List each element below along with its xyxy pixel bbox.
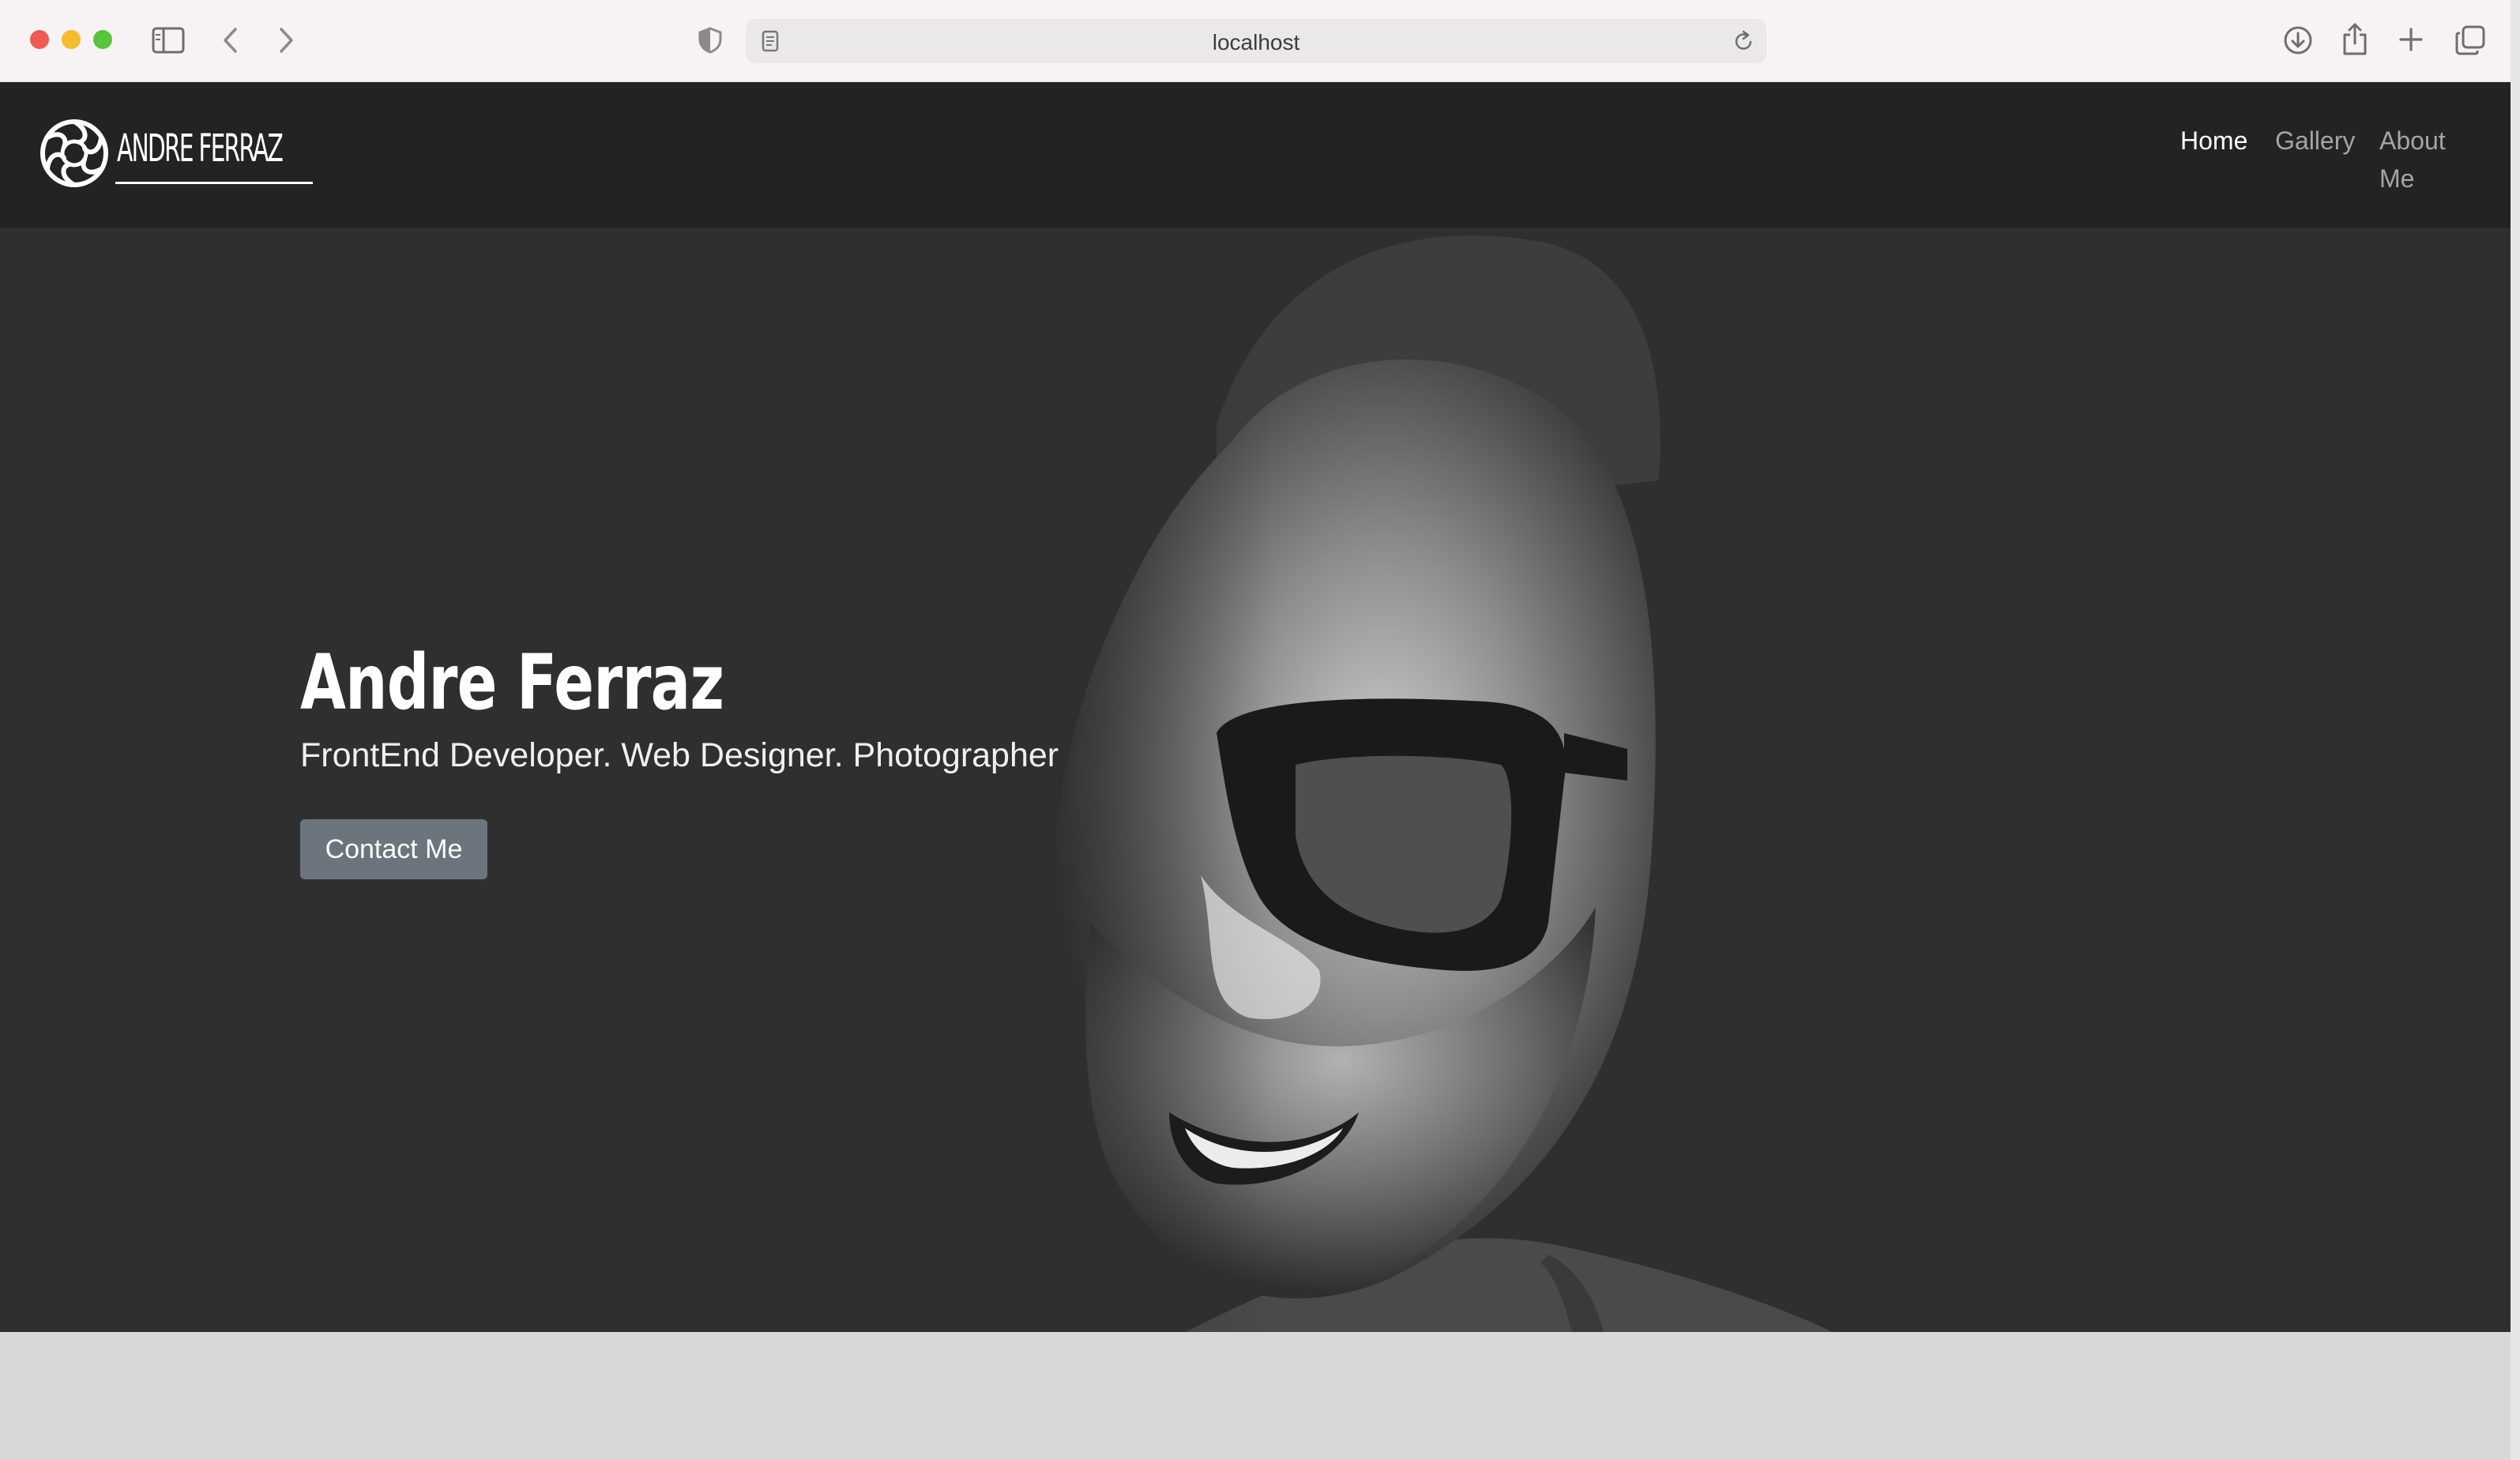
nav-home-link[interactable]: Home <box>2180 122 2247 160</box>
hero-section: Andre Ferraz FrontEnd Developer. Web Des… <box>0 228 2511 1332</box>
reload-icon[interactable] <box>1733 30 1754 52</box>
site-navbar: ANDRE FERRAZ Home Gallery About Me <box>0 82 2511 228</box>
nav-gallery-link[interactable]: Gallery <box>2275 122 2355 160</box>
share-icon[interactable] <box>2341 22 2368 55</box>
logo-wordmark: ANDRE FERRAZ <box>117 126 284 171</box>
tabs-overview-icon[interactable] <box>2455 25 2485 55</box>
aperture-logo-icon <box>39 119 109 188</box>
shield-icon[interactable] <box>698 27 722 54</box>
page-viewport: ANDRE FERRAZ Home Gallery About Me Andre… <box>0 82 2511 1460</box>
browser-toolbar: localhost <box>0 0 2511 82</box>
minimize-window-button[interactable] <box>62 30 81 49</box>
hero-portrait-image <box>829 228 1833 1332</box>
address-bar[interactable]: localhost <box>746 19 1766 63</box>
hero-subtitle: FrontEnd Developer. Web Designer. Photog… <box>300 736 1059 774</box>
back-icon[interactable] <box>221 27 240 54</box>
contact-me-button[interactable]: Contact Me <box>300 819 487 879</box>
sidebar-icon[interactable] <box>152 27 185 54</box>
url-text: localhost <box>1212 30 1300 55</box>
close-window-button[interactable] <box>30 30 49 49</box>
nav-about-link[interactable]: About Me <box>2379 122 2466 198</box>
window-scrollbar[interactable] <box>2511 0 2520 1460</box>
logo-underline <box>115 182 313 184</box>
forward-icon[interactable] <box>276 27 295 54</box>
new-tab-icon[interactable] <box>2398 27 2424 52</box>
hero-title: Andre Ferraz <box>300 638 724 727</box>
zoom-window-button[interactable] <box>93 30 112 49</box>
download-icon[interactable] <box>2283 25 2313 55</box>
